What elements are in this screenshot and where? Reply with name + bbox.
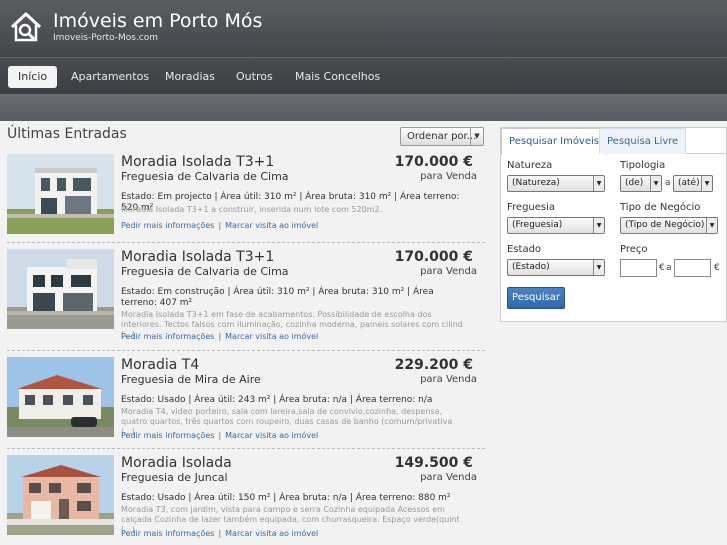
natureza-select[interactable]: (Natureza) ▼ [507, 175, 605, 192]
price-max-input[interactable] [674, 259, 711, 277]
item-location: Freguesia de Mira de Aire [121, 373, 261, 386]
item-price: 149.500 € [394, 455, 473, 471]
property-photo[interactable] [7, 455, 114, 535]
item-links: Pedir mais informações | Marcar visita ao … [121, 431, 319, 440]
nav-mais-concelhos[interactable]: Mais Concelhos [285, 66, 390, 88]
chevron-down-icon: ▼ [593, 218, 604, 233]
item-deal: para Venda [420, 472, 477, 483]
list-item: Moradia Isolada Freguesia de Juncal 149.… [7, 455, 485, 545]
preco-label: Preço [620, 244, 648, 255]
item-description: Moradia Isolada T3+1 a construir, inseri… [121, 205, 383, 214]
site-subtitle: Imoveis-Porto-Mos.com [53, 33, 159, 43]
nav-inicio[interactable]: Início [8, 66, 58, 88]
natureza-value: (Natureza) [512, 178, 560, 188]
item-price: 170.000 € [394, 154, 473, 170]
estado-label: Estado [507, 244, 542, 255]
freguesia-select[interactable]: (Freguesia) ▼ [507, 217, 605, 234]
tipo-negocio-value: (Tipo de Negócio) [625, 220, 705, 230]
nav-apartamentos[interactable]: Apartamentos [61, 66, 159, 88]
tipologia-to-select[interactable]: (até) ▼ [673, 175, 713, 192]
main-nav: Início Apartamentos Moradias Outros Mais… [0, 57, 727, 94]
item-location: Freguesia de Calvaria de Cima [121, 265, 289, 278]
house-search-logo-icon[interactable] [10, 11, 42, 43]
item-title[interactable]: Moradia Isolada T3+1 [121, 249, 274, 265]
item-links: Pedir mais informações | Marcar visita ao … [121, 332, 319, 341]
schedule-visit-link[interactable]: Marcar visita ao imóvel [225, 221, 318, 230]
range-separator: a [666, 263, 672, 273]
estado-select[interactable]: (Estado) ▼ [507, 259, 605, 276]
sort-label: Ordenar por... [407, 131, 477, 142]
schedule-visit-link[interactable]: Marcar visita ao imóvel [225, 431, 318, 440]
item-specs: Estado: Em construção | Área útil: 310 m… [121, 287, 434, 308]
tipologia-to-value: (até) [678, 178, 700, 188]
natureza-label: Natureza [507, 160, 553, 171]
site-title[interactable]: Imóveis em Porto Mós [53, 10, 262, 32]
item-deal: para Venda [420, 266, 477, 277]
header: Imóveis em Porto Mós Imoveis-Porto-Mos.c… [0, 0, 727, 57]
chevron-down-icon: ▼ [650, 176, 661, 191]
request-info-link[interactable]: Pedir mais informações [121, 431, 214, 440]
request-info-link[interactable]: Pedir mais informações [121, 221, 214, 230]
request-info-link[interactable]: Pedir mais informações [121, 332, 214, 341]
sort-dropdown[interactable]: Ordenar por... ▼ [400, 127, 484, 146]
schedule-visit-link[interactable]: Marcar visita ao imóvel [225, 529, 318, 538]
property-photo[interactable] [7, 154, 114, 234]
range-separator: a [665, 178, 671, 188]
chevron-down-icon: ▼ [701, 176, 712, 191]
tab-pesquisa-livre[interactable]: Pesquisa Livre [599, 128, 687, 154]
list-item: Moradia Isolada T3+1 Freguesia de Calvar… [7, 154, 485, 243]
item-links: Pedir mais informações | Marcar visita ao … [121, 529, 319, 538]
tipologia-label: Tipologia [620, 160, 666, 171]
list-item: Moradia Isolada T3+1 Freguesia de Calvar… [7, 249, 485, 351]
tab-pesquisar-imoveis[interactable]: Pesquisar Imóveis [501, 128, 607, 155]
item-title[interactable]: Moradia T4 [121, 357, 199, 373]
item-title[interactable]: Moradia Isolada [121, 455, 232, 471]
chevron-down-icon: ▼ [470, 128, 483, 145]
search-button[interactable]: Pesquisar [507, 287, 565, 309]
chevron-down-icon: ▼ [593, 260, 604, 275]
currency-label: € [659, 263, 665, 273]
header-band [0, 94, 727, 121]
item-price: 170.000 € [394, 249, 473, 265]
latest-entries-title: Últimas Entradas [7, 126, 127, 142]
chevron-down-icon: ▼ [706, 218, 717, 233]
item-specs: Estado: Usado | Área útil: 243 m² | Área… [121, 395, 433, 405]
tipo-negocio-label: Tipo de Negócio [620, 202, 701, 213]
list-item: Moradia T4 Freguesia de Mira de Aire 229… [7, 357, 485, 449]
estado-value: (Estado) [512, 262, 550, 272]
freguesia-label: Freguesia [507, 202, 556, 213]
item-price: 229.200 € [394, 357, 473, 373]
schedule-visit-link[interactable]: Marcar visita ao imóvel [225, 332, 318, 341]
item-deal: para Venda [420, 374, 477, 385]
property-photo[interactable] [7, 249, 114, 329]
item-title[interactable]: Moradia Isolada T3+1 [121, 154, 274, 170]
property-photo[interactable] [7, 357, 114, 437]
tipologia-from-value: (de) [625, 178, 644, 188]
request-info-link[interactable]: Pedir mais informações [121, 529, 214, 538]
tipologia-from-select[interactable]: (de) ▼ [620, 175, 662, 192]
tipo-negocio-select[interactable]: (Tipo de Negócio) ▼ [620, 217, 718, 234]
freguesia-value: (Freguesia) [512, 220, 563, 230]
nav-outros[interactable]: Outros [226, 66, 283, 88]
item-location: Freguesia de Calvaria de Cima [121, 170, 289, 183]
price-min-input[interactable] [620, 259, 657, 277]
chevron-down-icon: ▼ [593, 176, 604, 191]
item-specs: Estado: Usado | Área útil: 150 m² | Área… [121, 493, 451, 503]
item-links: Pedir mais informações | Marcar visita ao … [121, 221, 319, 230]
item-deal: para Venda [420, 171, 477, 182]
item-location: Freguesia de Juncal [121, 471, 228, 484]
nav-moradias[interactable]: Moradias [155, 66, 225, 88]
currency-label: € [714, 263, 720, 273]
